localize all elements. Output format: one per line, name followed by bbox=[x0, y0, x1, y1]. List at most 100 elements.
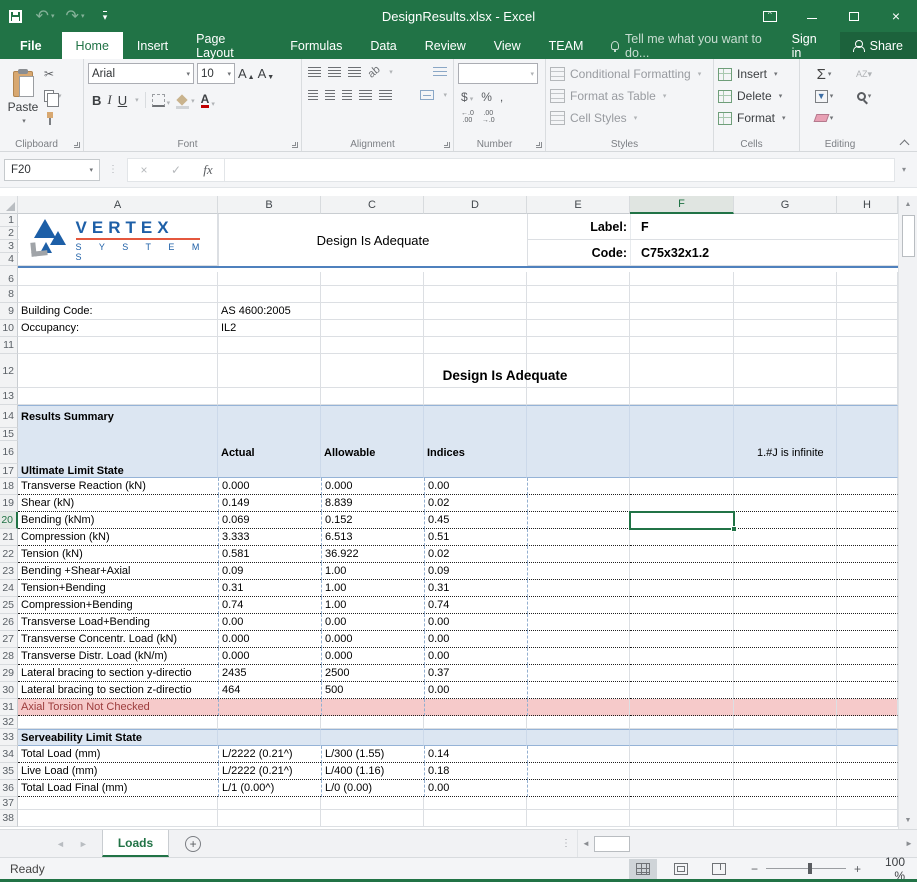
cell-D18[interactable]: 0.00 bbox=[424, 478, 527, 495]
cell-H22[interactable] bbox=[837, 546, 898, 563]
cell-C37[interactable] bbox=[321, 797, 424, 810]
row-header-27[interactable]: 27 bbox=[0, 631, 18, 648]
cell-E8[interactable] bbox=[527, 286, 630, 303]
align-center-button[interactable] bbox=[325, 90, 335, 100]
zoom-slider[interactable] bbox=[766, 868, 846, 869]
cell-H38[interactable] bbox=[837, 810, 898, 827]
col-header-F[interactable]: F bbox=[630, 196, 734, 214]
cell-A14[interactable]: Results Summary bbox=[18, 405, 218, 428]
select-all-corner[interactable] bbox=[0, 196, 18, 214]
cell-A9[interactable]: Building Code: bbox=[18, 303, 218, 320]
cell-D11[interactable] bbox=[424, 337, 527, 354]
cell-C19[interactable]: 8.839 bbox=[321, 495, 424, 512]
cell-G9[interactable] bbox=[734, 303, 837, 320]
cell-F14[interactable] bbox=[630, 405, 734, 428]
cell-C30[interactable]: 500 bbox=[321, 682, 424, 699]
paste-button[interactable]: Paste ▾ bbox=[4, 63, 42, 133]
cell-D25[interactable]: 0.74 bbox=[424, 597, 527, 614]
cancel-button[interactable]: × bbox=[128, 163, 160, 177]
undo-button[interactable]: ↶▾ bbox=[30, 3, 60, 29]
cell-A28[interactable]: Transverse Distr. Load (kN/m) bbox=[18, 648, 218, 665]
cell-G21[interactable] bbox=[734, 529, 837, 546]
cell-D24[interactable]: 0.31 bbox=[424, 580, 527, 597]
row-header-38[interactable]: 38 bbox=[0, 810, 18, 827]
row-header-35[interactable]: 35 bbox=[0, 763, 18, 780]
comma-style-button[interactable]: , bbox=[500, 90, 503, 104]
col-header-G[interactable]: G bbox=[734, 196, 837, 214]
fill-button[interactable]: ▼▾ bbox=[804, 90, 844, 103]
cut-button[interactable]: ✂ bbox=[44, 65, 62, 83]
cell-E16[interactable] bbox=[527, 441, 630, 464]
row-header-32[interactable]: 32 bbox=[0, 716, 18, 729]
cell-D28[interactable]: 0.00 bbox=[424, 648, 527, 665]
save-button[interactable] bbox=[0, 3, 30, 29]
cell-C22[interactable]: 36.922 bbox=[321, 546, 424, 563]
cell-E20[interactable] bbox=[527, 512, 630, 529]
cell-H31[interactable] bbox=[837, 699, 898, 716]
zoom-slider-thumb[interactable] bbox=[808, 863, 812, 874]
cell-A23[interactable]: Bending +Shear+Axial bbox=[18, 563, 218, 580]
cell-F17[interactable] bbox=[630, 464, 734, 478]
autosum-button[interactable]: Σ▾ bbox=[804, 66, 844, 83]
cell-F16[interactable] bbox=[630, 441, 734, 464]
cell-G23[interactable] bbox=[734, 563, 837, 580]
cell-H37[interactable] bbox=[837, 797, 898, 810]
cell-G26[interactable] bbox=[734, 614, 837, 631]
cell-H23[interactable] bbox=[837, 563, 898, 580]
cell-F6[interactable] bbox=[630, 272, 734, 286]
cell-D33[interactable] bbox=[424, 729, 527, 746]
number-dialog-launcher[interactable] bbox=[536, 142, 542, 148]
cell-G16[interactable]: 1.#J is infinite bbox=[734, 441, 837, 464]
cell-D13[interactable] bbox=[424, 388, 527, 405]
row-header-2[interactable]: 2 bbox=[0, 227, 18, 240]
cell-E10[interactable] bbox=[527, 320, 630, 337]
cell-C14[interactable] bbox=[321, 405, 424, 428]
cell-F34[interactable] bbox=[630, 746, 734, 763]
row-header-29[interactable]: 29 bbox=[0, 665, 18, 682]
row-header-24[interactable]: 24 bbox=[0, 580, 18, 597]
cell-H11[interactable] bbox=[837, 337, 898, 354]
page-layout-view-button[interactable] bbox=[667, 859, 695, 879]
cell-F25[interactable] bbox=[630, 597, 734, 614]
cell-F21[interactable] bbox=[630, 529, 734, 546]
cell-H32[interactable] bbox=[837, 716, 898, 729]
orientation-button[interactable]: ab bbox=[366, 63, 383, 80]
cell-F10[interactable] bbox=[630, 320, 734, 337]
cell-A22[interactable]: Tension (kN) bbox=[18, 546, 218, 563]
decrease-decimal-button[interactable]: .00→.0 bbox=[482, 110, 495, 124]
sheet-tab-loads[interactable]: Loads bbox=[102, 830, 169, 857]
cell-H20[interactable] bbox=[837, 512, 898, 529]
cell-A15[interactable] bbox=[18, 428, 218, 441]
cell-E21[interactable] bbox=[527, 529, 630, 546]
cell-C33[interactable] bbox=[321, 729, 424, 746]
cell-F29[interactable] bbox=[630, 665, 734, 682]
cell-C38[interactable] bbox=[321, 810, 424, 827]
cell-A38[interactable] bbox=[18, 810, 218, 827]
col-header-B[interactable]: B bbox=[218, 196, 321, 214]
cell-A27[interactable]: Transverse Concentr. Load (kN) bbox=[18, 631, 218, 648]
cell-H30[interactable] bbox=[837, 682, 898, 699]
cell-F23[interactable] bbox=[630, 563, 734, 580]
cell-E6[interactable] bbox=[527, 272, 630, 286]
cell-G35[interactable] bbox=[734, 763, 837, 780]
cell-D10[interactable] bbox=[424, 320, 527, 337]
cell-G38[interactable] bbox=[734, 810, 837, 827]
align-right-button[interactable] bbox=[342, 90, 352, 100]
cell-B34[interactable]: L/2222 (0.21^) bbox=[218, 746, 321, 763]
label-row[interactable]: Label:F bbox=[528, 214, 898, 240]
tab-data[interactable]: Data bbox=[356, 32, 410, 59]
cell-H14[interactable] bbox=[837, 405, 898, 428]
cell-A24[interactable]: Tension+Bending bbox=[18, 580, 218, 597]
sign-in-button[interactable]: Sign in bbox=[780, 32, 840, 59]
bold-button[interactable]: B bbox=[92, 93, 101, 108]
cell-A36[interactable]: Total Load Final (mm) bbox=[18, 780, 218, 797]
cell-A26[interactable]: Transverse Load+Bending bbox=[18, 614, 218, 631]
row-header-19[interactable]: 19 bbox=[0, 495, 18, 512]
cell-E29[interactable] bbox=[527, 665, 630, 682]
cell-F32[interactable] bbox=[630, 716, 734, 729]
design-status-message-cell[interactable]: Design Is Adequate bbox=[360, 354, 650, 388]
shrink-font-button[interactable]: A▼ bbox=[258, 66, 275, 81]
logo-cell[interactable]: VERTEXS Y S T E M S bbox=[19, 215, 217, 265]
customize-qat-button[interactable]: ▾ bbox=[90, 3, 120, 29]
cell-F33[interactable] bbox=[630, 729, 734, 746]
